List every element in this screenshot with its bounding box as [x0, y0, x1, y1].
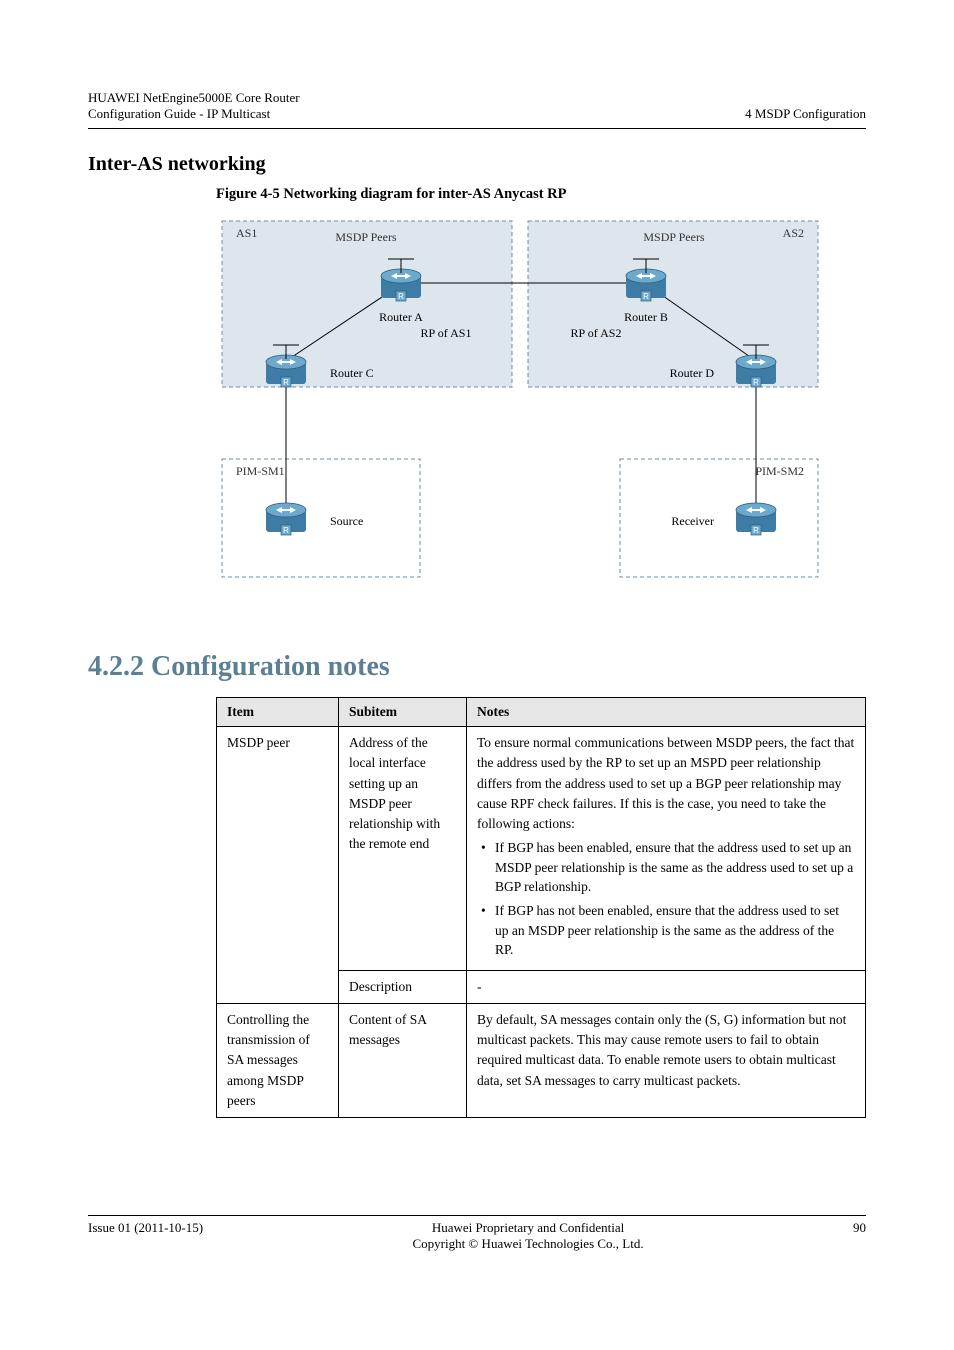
router-a-label: Router A	[379, 310, 423, 324]
source-icon	[266, 503, 306, 535]
router-d-icon	[736, 355, 776, 387]
source-label: Source	[330, 514, 363, 528]
pim2-label: PIM-SM2	[755, 464, 804, 478]
cell-sub-0: Address of the local interface setting u…	[339, 727, 467, 971]
footer-copyright2: Copyright © Huawei Technologies Co., Ltd…	[412, 1236, 643, 1251]
router-b-label: Router B	[624, 310, 668, 324]
th-notes: Notes	[467, 698, 866, 727]
footer-rule	[88, 1215, 866, 1216]
as2-label: AS2	[783, 226, 804, 240]
notes-lead-0: To ensure normal communications between …	[477, 733, 855, 834]
table-header-row: Item Subitem Notes	[217, 698, 866, 727]
cell-item-0: MSDP peer	[217, 727, 339, 1004]
notes-bullets-0: If BGP has been enabled, ensure that the…	[477, 838, 855, 959]
router-a-icon	[381, 269, 421, 301]
footer-issue: Issue 01 (2011-10-15)	[88, 1220, 203, 1252]
cell-notes-1: -	[467, 970, 866, 1003]
doc-subtitle: Configuration Guide - IP Multicast	[88, 106, 300, 122]
as2-rp-label: RP of AS2	[571, 326, 622, 340]
router-d-label: Router D	[670, 366, 715, 380]
as1-panel	[222, 221, 512, 387]
table-row: MSDP peer Address of the local interface…	[217, 727, 866, 971]
footer-copyright: Huawei Proprietary and Confidential	[432, 1220, 624, 1235]
cell-item-2: Controlling the transmission of SA messa…	[217, 1003, 339, 1117]
table-row: Controlling the transmission of SA messa…	[217, 1003, 866, 1117]
figure: R AS1 MSDP Peers AS2 MSDP Peers PIM-SM1 …	[216, 211, 866, 591]
network-diagram: R AS1 MSDP Peers AS2 MSDP Peers PIM-SM1 …	[216, 211, 822, 591]
cell-notes-2: By default, SA messages contain only the…	[467, 1003, 866, 1117]
msdp-label-1: MSDP Peers	[335, 230, 397, 244]
header-left: HUAWEI NetEngine5000E Core Router Config…	[88, 90, 300, 122]
header-rule	[88, 128, 866, 129]
page-footer: Issue 01 (2011-10-15) Huawei Proprietary…	[88, 1215, 866, 1252]
cell-sub-1: Description	[339, 970, 467, 1003]
receiver-icon	[736, 503, 776, 535]
router-c-label: Router C	[330, 366, 374, 380]
header-right: 4 MSDP Configuration	[745, 106, 866, 122]
subheading-inter-as: Inter-AS networking	[88, 153, 866, 176]
footer-page: 90	[853, 1220, 866, 1252]
th-subitem: Subitem	[339, 698, 467, 727]
router-c-icon	[266, 355, 306, 387]
receiver-label: Receiver	[671, 514, 714, 528]
msdp-label-2: MSDP Peers	[643, 230, 705, 244]
cell-notes-0: To ensure normal communications between …	[467, 727, 866, 971]
th-item: Item	[217, 698, 339, 727]
pim1-label: PIM-SM1	[236, 464, 285, 478]
as1-label: AS1	[236, 226, 257, 240]
doc-title: HUAWEI NetEngine5000E Core Router	[88, 90, 300, 106]
cell-sub-2: Content of SA messages	[339, 1003, 467, 1117]
config-notes-table: Item Subitem Notes MSDP peer Address of …	[216, 697, 866, 1118]
figure-caption: Figure 4-5 Networking diagram for inter-…	[216, 186, 866, 203]
header-row: HUAWEI NetEngine5000E Core Router Config…	[88, 90, 866, 122]
as1-rp-label: RP of AS1	[421, 326, 472, 340]
bullet: If BGP has been enabled, ensure that the…	[477, 838, 855, 897]
router-b-icon	[626, 269, 666, 301]
bullet: If BGP has not been enabled, ensure that…	[477, 901, 855, 960]
page: HUAWEI NetEngine5000E Core Router Config…	[0, 0, 954, 1118]
section-heading: 4.2.2 Configuration notes	[88, 651, 866, 683]
